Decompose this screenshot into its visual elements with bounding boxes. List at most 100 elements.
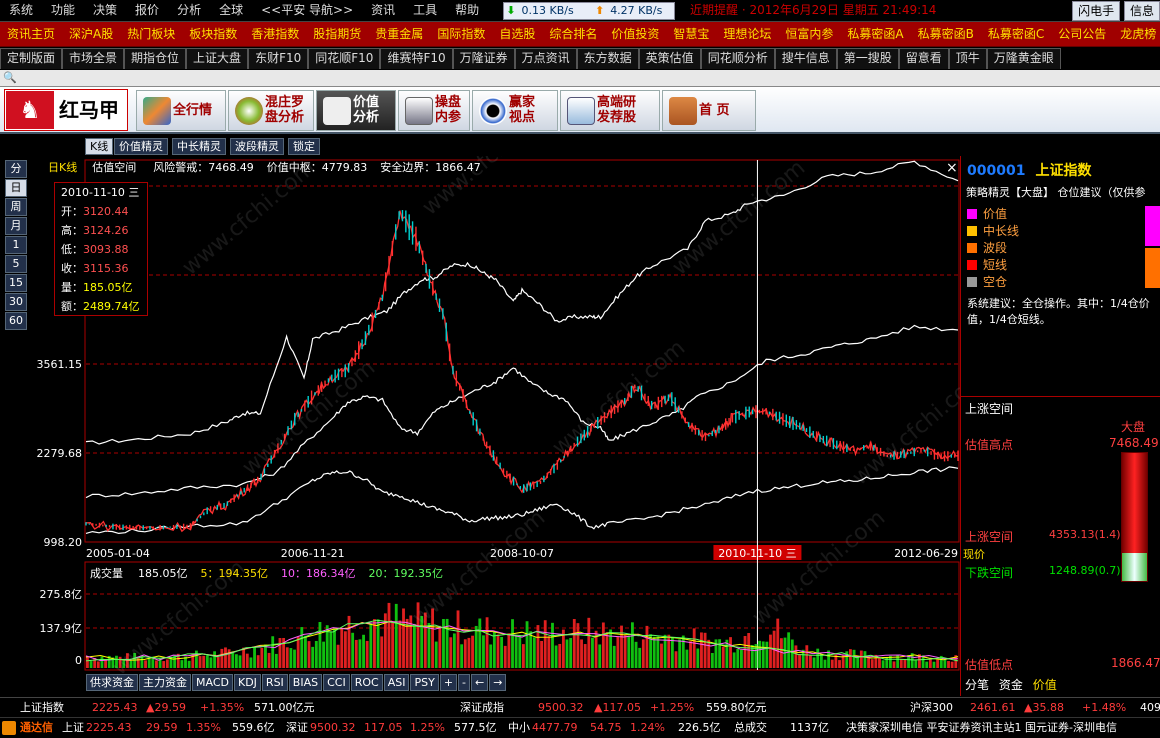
menu-item-5[interactable]: 全球 — [210, 0, 252, 21]
period-button-7[interactable]: 30 — [5, 293, 27, 311]
menu-item-3[interactable]: 报价 — [126, 0, 168, 21]
index-name-sz[interactable]: 深证成指 — [460, 698, 504, 717]
indicator-button-3[interactable]: KDJ — [233, 674, 261, 691]
period-button-4[interactable]: 1 — [5, 236, 27, 254]
compass-analysis-button[interactable]: 混庄罗盘分析 — [228, 90, 314, 131]
period-button-2[interactable]: 周 — [5, 198, 27, 216]
quick-menu-item-8[interactable]: 自选股 — [492, 22, 542, 46]
period-button-1[interactable]: 日 — [5, 179, 27, 197]
quick-menu-item-17[interactable]: 公司公告 — [1051, 22, 1113, 46]
quick-menu-item-6[interactable]: 贵重金属 — [368, 22, 430, 46]
period-selector: 分日周月 1 5 15 30 60 — [5, 160, 29, 331]
quick-menu-item-0[interactable]: 资讯主页 — [0, 22, 62, 46]
indicator-button-10[interactable]: + — [439, 674, 458, 691]
indicator-button-12[interactable]: ← — [471, 674, 489, 691]
indicator-button-13[interactable]: → — [489, 674, 507, 691]
function-tab-3[interactable]: 上证大盘 — [186, 48, 249, 69]
quick-menu-item-1[interactable]: 深沪A股 — [62, 22, 120, 46]
quick-menu-item-4[interactable]: 香港指数 — [244, 22, 306, 46]
function-tab-15[interactable]: 顶牛 — [948, 48, 987, 69]
value-button[interactable]: 价值 — [1033, 676, 1057, 693]
menu-item-1[interactable]: 功能 — [42, 0, 84, 21]
divider — [961, 396, 1160, 397]
function-tab-11[interactable]: 同花顺分析 — [700, 48, 775, 69]
function-tab-7[interactable]: 万隆证券 — [452, 48, 515, 69]
indicator-button-1[interactable]: 主力资金 — [139, 674, 191, 691]
quick-menu-item-15[interactable]: 私募密函B — [911, 22, 981, 46]
function-tab-5[interactable]: 同花顺F10 — [308, 48, 381, 69]
quick-menu-item-16[interactable]: 私募密函C — [981, 22, 1051, 46]
all-quotes-button[interactable]: 全行情 — [136, 90, 226, 131]
chart-info-line: 日K线 估值空间 风险警戒：7468.49 价值中枢：4779.83 安全边界：… — [48, 160, 960, 176]
indicator-button-7[interactable]: ROC — [350, 674, 383, 691]
ticks-button[interactable]: 分笔 — [965, 676, 989, 693]
research-picks-button[interactable]: 高端研发荐股 — [560, 90, 660, 131]
info-button[interactable]: 信息 — [1123, 1, 1160, 21]
index-name-sh[interactable]: 上证指数 — [20, 698, 64, 717]
legend-swatch — [967, 226, 977, 236]
value-analysis-button[interactable]: 价值分析 — [316, 90, 396, 131]
function-tab-14[interactable]: 留意看 — [898, 48, 949, 69]
function-tab-2[interactable]: 期指仓位 — [124, 48, 187, 69]
stock-title: 000001 上证指数 — [967, 160, 1091, 180]
index-name-hs300[interactable]: 沪深300 — [910, 698, 953, 717]
quick-menu-item-7[interactable]: 国际指数 — [430, 22, 492, 46]
quick-menu-item-2[interactable]: 热门板块 — [120, 22, 182, 46]
indicator-button-4[interactable]: RSI — [261, 674, 288, 691]
menu-item-7[interactable]: 资讯 — [362, 0, 404, 21]
volume-bar — [809, 655, 812, 668]
indicator-button-8[interactable]: ASI — [383, 674, 410, 691]
indicator-button-2[interactable]: MACD — [192, 674, 233, 691]
tab-lock[interactable]: 锁定 — [288, 138, 320, 155]
flash-trade-button[interactable]: 闪电手 — [1072, 1, 1121, 21]
function-tab-4[interactable]: 东财F10 — [248, 48, 309, 69]
menu-item-2[interactable]: 决策 — [84, 0, 126, 21]
menu-item-4[interactable]: 分析 — [168, 0, 210, 21]
indicator-button-5[interactable]: BIAS — [288, 674, 323, 691]
quick-menu-item-3[interactable]: 板块指数 — [182, 22, 244, 46]
close-icon[interactable]: × — [946, 160, 958, 176]
quick-menu-item-14[interactable]: 私募密函A — [840, 22, 910, 46]
quick-menu-item-5[interactable]: 股指期货 — [306, 22, 368, 46]
position-bar-value — [1145, 206, 1160, 246]
indicator-button-11[interactable]: - — [458, 674, 471, 691]
quick-menu-item-10[interactable]: 价值投资 — [604, 22, 666, 46]
quick-menu-item-18[interactable]: 龙虎榜 — [1113, 22, 1160, 46]
menu-item-0[interactable]: 系统 — [0, 0, 42, 21]
winner-view-button[interactable]: 赢家视点 — [472, 90, 558, 131]
tab-longterm-spirit[interactable]: 中长精灵 — [172, 138, 226, 155]
period-button-0[interactable]: 分 — [5, 160, 27, 178]
function-tab-12[interactable]: 搜牛信息 — [774, 48, 837, 69]
tab-value-spirit[interactable]: 价值精灵 — [114, 138, 168, 155]
period-button-5[interactable]: 5 — [5, 255, 27, 273]
fund-button[interactable]: 资金 — [999, 676, 1023, 693]
function-tab-6[interactable]: 维赛特F10 — [380, 48, 453, 69]
function-tab-1[interactable]: 市场全景 — [62, 48, 125, 69]
function-tab-16[interactable]: 万隆黄金眼 — [986, 48, 1061, 69]
function-tab-10[interactable]: 英策估值 — [638, 48, 701, 69]
indicator-button-6[interactable]: CCI — [323, 674, 350, 691]
search-icon[interactable]: 🔍 — [3, 71, 17, 85]
menu-item-9[interactable]: 帮助 — [446, 0, 488, 21]
quick-menu-item-11[interactable]: 智慧宝 — [666, 22, 716, 46]
indicator-button-0[interactable]: 供求资金 — [86, 674, 138, 691]
trading-insider-button[interactable]: 操盘内参 — [398, 90, 470, 131]
function-tab-13[interactable]: 第一搜股 — [836, 48, 899, 69]
function-tab-8[interactable]: 万点资讯 — [514, 48, 577, 69]
volume-bar — [242, 647, 246, 668]
function-tab-0[interactable]: 定制版面 — [0, 48, 63, 69]
quick-menu-item-12[interactable]: 理想论坛 — [716, 22, 778, 46]
indicator-button-9[interactable]: PSY — [410, 674, 439, 691]
hongmajia-logo[interactable]: ♞ 红马甲 — [4, 89, 128, 131]
menu-item-6[interactable]: <<平安 导航>> — [252, 0, 362, 21]
tab-kline[interactable]: K线 — [85, 138, 114, 155]
period-button-6[interactable]: 15 — [5, 274, 27, 292]
function-tab-9[interactable]: 东方数据 — [576, 48, 639, 69]
period-button-8[interactable]: 60 — [5, 312, 27, 330]
quick-menu-item-9[interactable]: 综合排名 — [542, 22, 604, 46]
period-button-3[interactable]: 月 — [5, 217, 27, 235]
home-button[interactable]: 首 页 — [662, 90, 756, 131]
quick-menu-item-13[interactable]: 恒富内参 — [778, 22, 840, 46]
menu-item-8[interactable]: 工具 — [404, 0, 446, 21]
tab-band-spirit[interactable]: 波段精灵 — [230, 138, 284, 155]
